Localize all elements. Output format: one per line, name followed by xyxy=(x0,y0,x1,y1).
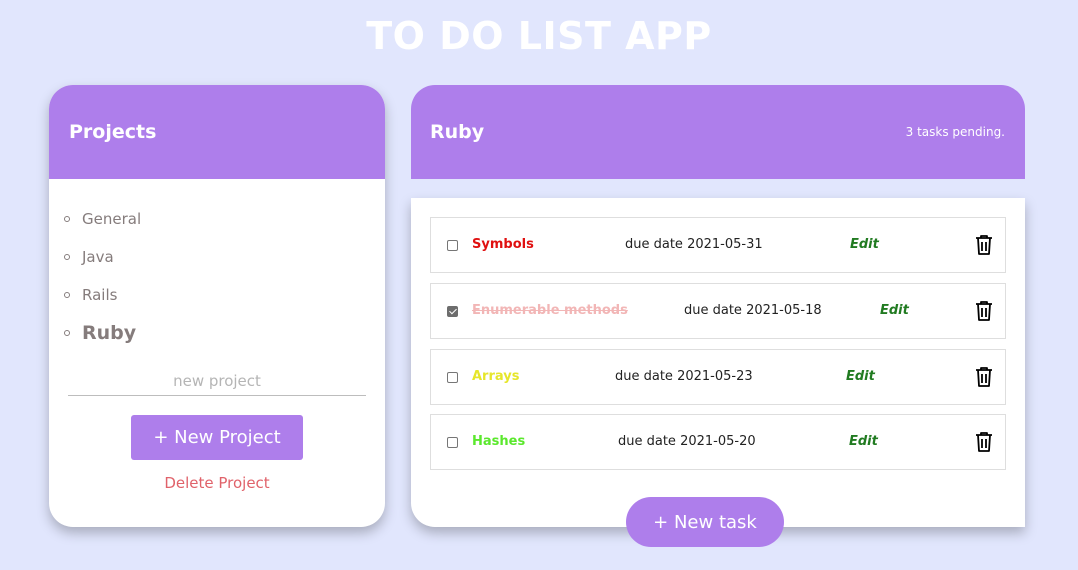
task-edit-link[interactable]: Edit xyxy=(880,303,909,318)
task-checkbox[interactable] xyxy=(447,306,458,317)
new-task-button[interactable]: + New task xyxy=(626,497,784,547)
projects-title: Projects xyxy=(69,121,157,143)
project-item-ruby[interactable]: Ruby xyxy=(63,314,385,352)
task-edit-link[interactable]: Edit xyxy=(846,369,875,384)
task-row: Symbols due date 2021-05-31 Edit xyxy=(430,217,1006,273)
task-title: Hashes xyxy=(472,434,526,449)
project-item-java[interactable]: Java xyxy=(63,238,385,276)
projects-header: Projects xyxy=(49,85,385,179)
task-checkbox[interactable] xyxy=(447,372,458,383)
bullet-icon xyxy=(64,216,70,222)
task-due-date: due date 2021-05-18 xyxy=(684,303,822,318)
delete-project-link[interactable]: Delete Project xyxy=(49,474,385,492)
project-item-general[interactable]: General xyxy=(63,200,385,238)
tasks-header: Ruby 3 tasks pending. xyxy=(411,85,1025,179)
tasks-project-name: Ruby xyxy=(430,121,485,143)
project-item-label: General xyxy=(82,210,142,228)
task-title: Symbols xyxy=(472,237,534,252)
new-project-button[interactable]: + New Project xyxy=(131,415,303,460)
project-item-rails[interactable]: Rails xyxy=(63,276,385,314)
app-title: TO DO LIST APP xyxy=(366,14,712,58)
task-row: Arrays due date 2021-05-23 Edit xyxy=(430,349,1006,405)
new-project-input[interactable] xyxy=(68,366,366,396)
task-due-date: due date 2021-05-31 xyxy=(625,237,763,252)
trash-icon[interactable] xyxy=(974,300,994,322)
task-edit-link[interactable]: Edit xyxy=(849,434,878,449)
project-item-label: Rails xyxy=(82,286,118,304)
project-item-label: Ruby xyxy=(82,322,137,344)
task-row: Enumerable methods due date 2021-05-18 E… xyxy=(430,283,1006,339)
bullet-icon xyxy=(64,254,70,260)
task-row: Hashes due date 2021-05-20 Edit xyxy=(430,414,1006,470)
task-due-date: due date 2021-05-20 xyxy=(618,434,756,449)
projects-panel: Projects General Java Rails Ruby + New P… xyxy=(49,85,385,527)
trash-icon[interactable] xyxy=(974,234,994,256)
task-due-date: due date 2021-05-23 xyxy=(615,369,753,384)
trash-icon[interactable] xyxy=(974,366,994,388)
project-item-label: Java xyxy=(82,248,114,266)
tasks-card: Symbols due date 2021-05-31 Edit Enumera… xyxy=(411,198,1025,527)
trash-icon[interactable] xyxy=(974,431,994,453)
bullet-icon xyxy=(64,330,70,336)
task-checkbox[interactable] xyxy=(447,437,458,448)
bullet-icon xyxy=(64,292,70,298)
task-edit-link[interactable]: Edit xyxy=(850,237,879,252)
task-title: Enumerable methods xyxy=(472,303,628,318)
project-list: General Java Rails Ruby xyxy=(49,179,385,352)
tasks-pending-count: 3 tasks pending. xyxy=(905,125,1005,139)
task-title: Arrays xyxy=(472,369,520,384)
task-checkbox[interactable] xyxy=(447,240,458,251)
